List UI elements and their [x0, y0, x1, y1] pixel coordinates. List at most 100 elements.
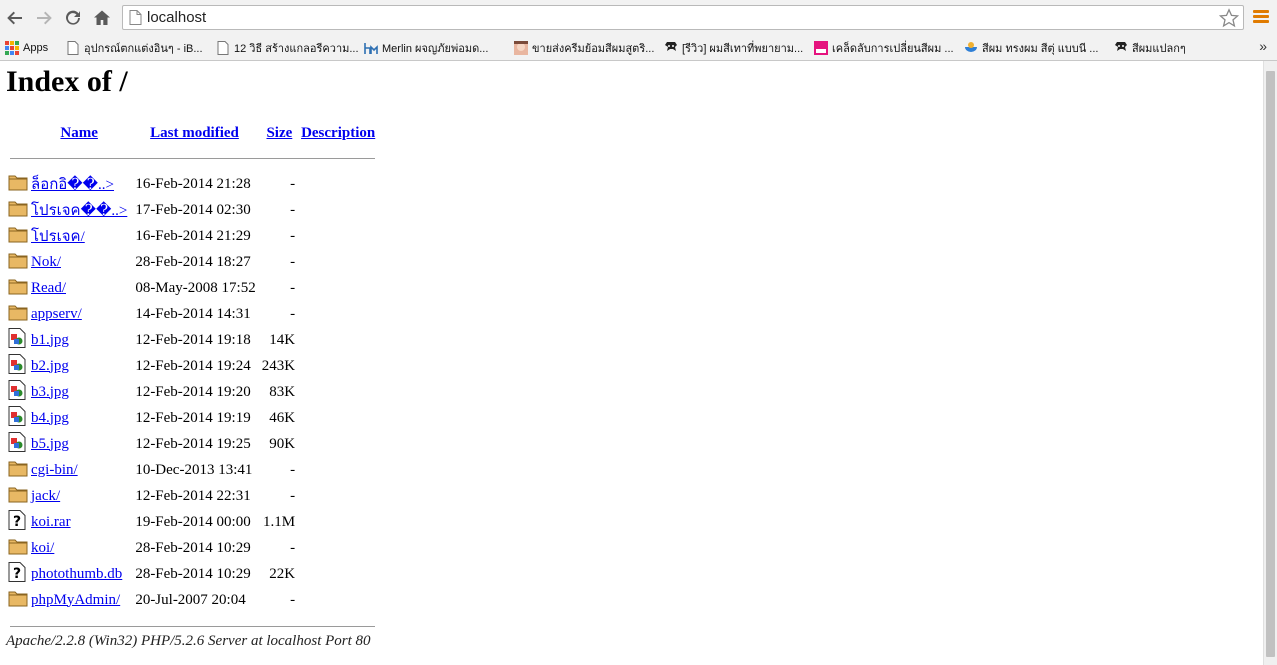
page-title: Index of /: [6, 65, 128, 98]
file-link[interactable]: koi.rar: [31, 514, 71, 530]
reload-button[interactable]: [62, 7, 84, 29]
bookmark-item[interactable]: สีผม ทรงผม สีตุ่ แบบนี ...: [964, 39, 1098, 57]
page-icon: [217, 41, 229, 55]
name-cell: photothumb.db: [29, 561, 129, 587]
table-row: Nok/28-Feb-2014 18:27 -: [6, 249, 377, 275]
sort-by-modified-link[interactable]: Last modified: [150, 125, 239, 141]
size-cell: -: [290, 227, 296, 244]
description-cell: [299, 405, 377, 431]
name-cell: phpMyAdmin/: [29, 587, 129, 613]
bookmark-label: 12 วิธี สร้างแกลอรีความ...: [234, 43, 359, 55]
pantip-icon: [665, 42, 677, 51]
file-link[interactable]: ล็อกอิ��..>: [31, 177, 114, 193]
description-cell: [299, 223, 377, 249]
forward-button[interactable]: [33, 7, 55, 29]
file-link[interactable]: photothumb.db: [31, 566, 122, 582]
size-cell: -: [290, 201, 296, 218]
url-input[interactable]: [147, 7, 1207, 28]
file-link[interactable]: b2.jpg: [31, 358, 69, 374]
page-icon: [129, 10, 142, 25]
address-bar[interactable]: [122, 5, 1244, 30]
bookmark-star-icon[interactable]: [1219, 8, 1239, 28]
page-scrollbar[interactable]: [1263, 61, 1277, 665]
file-link[interactable]: b3.jpg: [31, 384, 69, 400]
description-cell: [299, 197, 377, 223]
size-cell: -: [290, 591, 296, 608]
unknown-file-icon: ?: [6, 509, 29, 535]
home-button[interactable]: [91, 7, 113, 29]
svg-text:?: ?: [13, 514, 21, 530]
folder-icon: [6, 301, 29, 327]
file-link[interactable]: b4.jpg: [31, 410, 69, 426]
pantip-icon: [1115, 42, 1127, 51]
folder-icon: [6, 223, 29, 249]
file-link[interactable]: appserv/: [31, 306, 82, 322]
file-link[interactable]: โปรเจค/: [31, 229, 85, 245]
modified-cell: 14-Feb-2014 14:31: [135, 305, 251, 322]
image-file-icon: [6, 327, 29, 353]
folder-icon: [6, 483, 29, 509]
file-link[interactable]: koi/: [31, 540, 54, 556]
bookmark-item[interactable]: สีผมแปลกๆ: [1114, 39, 1186, 57]
description-cell: [299, 535, 377, 561]
file-link[interactable]: phpMyAdmin/: [31, 592, 120, 608]
name-cell: b5.jpg: [29, 431, 129, 457]
file-link[interactable]: b5.jpg: [31, 436, 69, 452]
bookmark-apps[interactable]: Apps: [5, 39, 48, 57]
table-row: koi/28-Feb-2014 10:29 -: [6, 535, 377, 561]
bookmark-item[interactable]: Merlin ผจญภัยพ่อมด...: [364, 39, 488, 57]
table-row: ? koi.rar 19-Feb-2014 00:00 1.1M: [6, 509, 377, 535]
table-row: cgi-bin/10-Dec-2013 13:41 -: [6, 457, 377, 483]
sort-by-size-link[interactable]: Size: [266, 125, 292, 141]
table-row: jack/12-Feb-2014 22:31 -: [6, 483, 377, 509]
browser-menu-button[interactable]: [1253, 8, 1269, 28]
description-cell: [299, 275, 377, 301]
size-cell: 1.1M: [262, 513, 296, 530]
description-cell: [299, 561, 377, 587]
table-row: โปรเจค��..> 17-Feb-2014 02:30 -: [6, 197, 377, 223]
file-link[interactable]: cgi-bin/: [31, 462, 78, 478]
bookmark-label: Apps: [23, 42, 49, 54]
description-cell: [299, 587, 377, 613]
table-row: ? photothumb.db 28-Feb-2014 10:29 22K: [6, 561, 377, 587]
size-cell: 22K: [269, 565, 296, 582]
size-cell: -: [290, 539, 296, 556]
bookmark-item[interactable]: อุปกรณ์ตกแต่งอินๆ - iB...: [66, 39, 203, 57]
folder-icon: [6, 197, 29, 223]
bookmark-item[interactable]: 12 วิธี สร้างแกลอรีความ...: [216, 39, 359, 57]
file-link[interactable]: Read/: [31, 280, 66, 296]
name-column-header: Name: [29, 121, 129, 145]
name-cell: appserv/: [29, 301, 129, 327]
folder-icon: [6, 535, 29, 561]
image-file-icon: [6, 353, 29, 379]
bookmark-label: อุปกรณ์ตกแต่งอินๆ - iB...: [84, 43, 203, 55]
sort-by-description-link[interactable]: Description: [301, 125, 375, 141]
bookmark-label: สีผม ทรงผม สีตุ่ แบบนี ...: [982, 43, 1099, 55]
more-bookmarks-button[interactable]: »: [1259, 38, 1267, 54]
modified-cell: 12-Feb-2014 19:24: [135, 357, 251, 374]
modified-cell: 17-Feb-2014 02:30: [135, 201, 251, 218]
bookmark-item[interactable]: [รีวิว] ผมสีเทาที่พยายาม...: [664, 39, 803, 57]
file-link[interactable]: b1.jpg: [31, 332, 69, 348]
file-link[interactable]: Nok/: [31, 254, 61, 270]
bookmark-item[interactable]: ขายส่งครีมย้อมสีผมสูตริ...: [514, 39, 654, 57]
description-cell: [299, 301, 377, 327]
apps-grid-icon: [5, 41, 19, 55]
size-cell: -: [290, 305, 296, 322]
back-button[interactable]: [4, 7, 26, 29]
table-row: b5.jpg 12-Feb-2014 19:25 90K: [6, 431, 377, 457]
table-row: b4.jpg 12-Feb-2014 19:19 46K: [6, 405, 377, 431]
name-cell: b4.jpg: [29, 405, 129, 431]
browser-toolbar: [0, 0, 1277, 36]
file-link[interactable]: jack/: [31, 488, 60, 504]
modified-column-header: Last modified: [129, 121, 259, 145]
table-row: appserv/14-Feb-2014 14:31 -: [6, 301, 377, 327]
name-cell: jack/: [29, 483, 129, 509]
scrollbar-thumb[interactable]: [1266, 71, 1275, 657]
file-link[interactable]: โปรเจค��..>: [31, 203, 127, 219]
bookmark-item[interactable]: เคล็ดลับการเปลี่ยนสีผม ...: [814, 39, 954, 57]
size-cell: 243K: [261, 357, 296, 374]
name-cell: โปรเจค��..>: [29, 197, 129, 223]
folder-icon: [6, 587, 29, 613]
sort-by-name-link[interactable]: Name: [60, 125, 98, 141]
